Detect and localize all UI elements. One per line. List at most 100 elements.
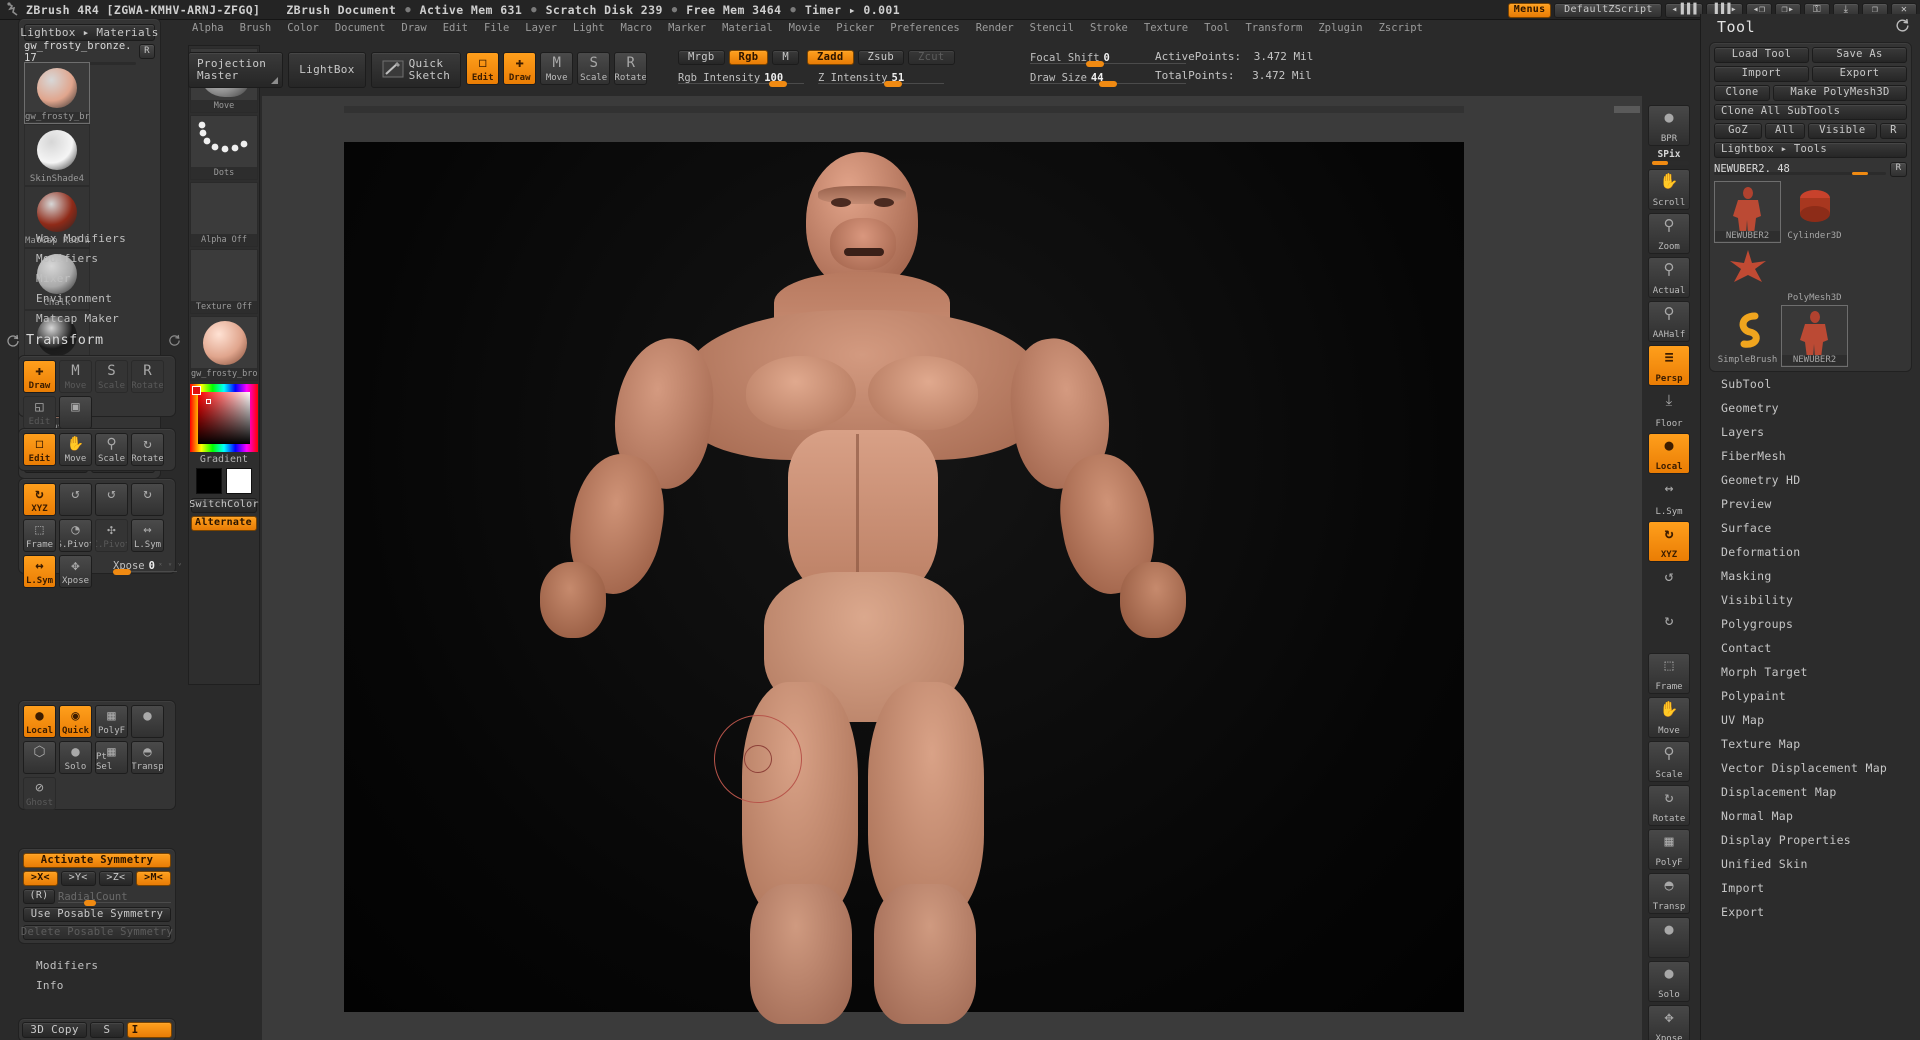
alternate-button[interactable]: Alternate xyxy=(191,516,257,531)
move-m-icon[interactable]: M Move xyxy=(59,360,92,393)
rotate-gizmo-icon[interactable]: ↻ Rotate xyxy=(131,433,164,466)
tool-subpalette-uv-map[interactable]: UV Map xyxy=(1701,708,1920,732)
tool-subpalette-normal-map[interactable]: Normal Map xyxy=(1701,804,1920,828)
menu-zscript[interactable]: Zscript xyxy=(1372,21,1430,35)
rtool-xpose[interactable]: ✥ Xpose xyxy=(1648,1005,1690,1040)
local-symmetry-icon[interactable]: ↔ L.Sym xyxy=(131,519,164,552)
rtool-xyz[interactable]: ↻ XYZ xyxy=(1648,521,1690,562)
menu-texture[interactable]: Texture xyxy=(1137,21,1195,35)
tool-subpalette-contact[interactable]: Contact xyxy=(1701,636,1920,660)
move-m-icon[interactable]: M Move xyxy=(540,52,574,85)
tool-subpalette-import[interactable]: Import xyxy=(1701,876,1920,900)
rtool-rotate-y-icon[interactable]: ↺ xyxy=(1648,565,1690,606)
colormode-m[interactable]: M xyxy=(772,50,799,65)
frame-icon[interactable]: ⬚ Frame xyxy=(23,519,56,552)
rotate-r-icon[interactable]: R Rotate xyxy=(614,52,648,85)
switch-color-button[interactable]: SwitchColor xyxy=(189,498,258,513)
tool-subpalette-masking[interactable]: Masking xyxy=(1701,564,1920,588)
scroll-left-icon[interactable]: ◂▐▐▐ xyxy=(1665,2,1703,18)
strip-cell-material-preview[interactable]: gw_frosty_bron xyxy=(190,316,258,381)
goz-all-button[interactable]: All xyxy=(1765,123,1805,139)
subpalette-modifiers[interactable]: Modifiers xyxy=(18,248,178,268)
menu-marker[interactable]: Marker xyxy=(661,21,713,35)
edit-poly-icon[interactable]: ◻ Edit xyxy=(466,52,500,85)
menu-macro[interactable]: Macro xyxy=(614,21,660,35)
rtool-material-sphere-icon[interactable]: ● xyxy=(1648,917,1690,958)
symmetry-axis-m[interactable]: >M< xyxy=(136,871,171,886)
rgb-intensity-slider[interactable]: Rgb Intensity 100 xyxy=(678,70,804,87)
make-polymesh3d-button[interactable]: Make PolyMesh3D xyxy=(1773,85,1907,101)
tool-subpalette-morph-target[interactable]: Morph Target xyxy=(1701,660,1920,684)
edit-poly-icon[interactable]: ◻ Edit xyxy=(23,433,56,466)
rtool-transp[interactable]: ◓ Transp xyxy=(1648,873,1690,914)
rtool-rotate-z-icon[interactable]: ↻ xyxy=(1648,609,1690,650)
goz-reset-button[interactable]: R xyxy=(1879,123,1907,139)
edit-perspective-icon[interactable]: ◱ Edit xyxy=(23,396,56,429)
local-symmetry-icon[interactable]: ↔ L.Sym xyxy=(23,555,56,588)
symmetry-axis-z[interactable]: >Z< xyxy=(98,871,134,886)
menu-tool[interactable]: Tool xyxy=(1197,21,1236,35)
scale-s-icon[interactable]: S Scale xyxy=(95,360,128,393)
export-button[interactable]: Export xyxy=(1812,66,1907,82)
sphere-wire-icon[interactable]: ● xyxy=(131,705,164,738)
rtool-actual[interactable]: ⚲ Actual xyxy=(1648,257,1690,298)
menu-picker[interactable]: Picker xyxy=(829,21,881,35)
hand-move-icon[interactable]: ✋ Move xyxy=(59,433,92,466)
transparency-icon[interactable]: ◓ Transp xyxy=(131,741,164,774)
tool-subpalette-preview[interactable]: Preview xyxy=(1701,492,1920,516)
tool-thumbnail[interactable]: NEWUBER2 xyxy=(1781,305,1848,367)
quick-sketch-button[interactable]: Quick Sketch xyxy=(370,52,462,88)
tool-subpalette-texture-map[interactable]: Texture Map xyxy=(1701,732,1920,756)
canvas-scrollbar[interactable] xyxy=(344,106,1640,113)
import-button[interactable]: Import xyxy=(1714,66,1809,82)
clone-button[interactable]: Clone xyxy=(1714,85,1770,101)
lightbox-button[interactable]: LightBox xyxy=(288,52,366,88)
goz-button[interactable]: GoZ xyxy=(1714,123,1763,139)
rtool-solo[interactable]: ● Solo xyxy=(1648,961,1690,1002)
color-picker[interactable] xyxy=(190,384,258,452)
rotate-r-icon[interactable]: R Rotate xyxy=(131,360,164,393)
rotate-z-icon[interactable]: ↻ xyxy=(131,483,164,516)
quick-icon[interactable]: ◉ Quick xyxy=(59,705,92,738)
strip-cell-texture-preview[interactable]: Texture Off xyxy=(190,249,258,314)
menu-stroke[interactable]: Stroke xyxy=(1083,21,1135,35)
draw-icon[interactable]: ✚ Draw xyxy=(503,52,537,85)
z-intensity-slider[interactable]: Z Intensity 51 xyxy=(818,70,944,87)
menu-stencil[interactable]: Stencil xyxy=(1023,21,1081,35)
tool-subpalette-export[interactable]: Export xyxy=(1701,900,1920,924)
camera-icon[interactable]: ▣ xyxy=(59,396,92,429)
rtool-floor[interactable]: ⤓ Floor xyxy=(1648,389,1690,430)
polyframe-icon[interactable]: ▦ PolyF xyxy=(95,705,128,738)
tool-subpalette-geometry[interactable]: Geometry xyxy=(1701,396,1920,420)
draw-icon[interactable]: ✚ Draw xyxy=(23,360,56,393)
secondary-color-swatch[interactable] xyxy=(226,468,252,494)
document-canvas-area[interactable] xyxy=(262,96,1642,1040)
radial-count-slider[interactable]: RadialCount xyxy=(58,889,171,906)
menus-button[interactable]: Menus xyxy=(1507,2,1552,18)
current-tool-slider[interactable]: NEWUBER2. 48 R xyxy=(1714,161,1907,177)
rtool-persp[interactable]: ≡ Persp xyxy=(1648,345,1690,386)
zmode-zcut[interactable]: Zcut xyxy=(908,50,955,65)
tool-subpalette-vector-displacement-map[interactable]: Vector Displacement Map xyxy=(1701,756,1920,780)
point-select-icon[interactable]: ▦ Pt Sel xyxy=(95,741,128,774)
rtool-lsym[interactable]: ↔ L.Sym xyxy=(1648,477,1690,518)
symmetry-axis-y[interactable]: >Y< xyxy=(60,871,96,886)
tool-reset-icon[interactable] xyxy=(1895,18,1910,36)
tool-subpalette-layers[interactable]: Layers xyxy=(1701,420,1920,444)
rotate-x-icon[interactable]: ↺ xyxy=(59,483,92,516)
goz-visible-button[interactable]: Visible xyxy=(1807,123,1877,139)
tool-subpalette-fibermesh[interactable]: FiberMesh xyxy=(1701,444,1920,468)
menu-file[interactable]: File xyxy=(477,21,516,35)
i-button[interactable]: I xyxy=(126,1022,172,1038)
xyz-icon[interactable]: ↻ XYZ xyxy=(23,483,56,516)
magnify-scale-icon[interactable]: ⚲ Scale xyxy=(95,433,128,466)
viewport-canvas[interactable] xyxy=(344,142,1464,1024)
subpalette-info[interactable]: Info xyxy=(18,975,178,995)
menu-document[interactable]: Document xyxy=(328,21,393,35)
save-as-button[interactable]: Save As xyxy=(1812,47,1907,63)
subpalette-matcap-maker[interactable]: Matcap Maker xyxy=(18,308,178,328)
spix-slider[interactable]: SPix xyxy=(1648,149,1690,165)
strip-cell-alpha-preview[interactable]: Alpha Off xyxy=(190,182,258,247)
material-name-slider[interactable]: gw_frosty_bronze. 17 R xyxy=(24,40,155,65)
subpalette-mixer[interactable]: Mixer xyxy=(18,268,178,288)
